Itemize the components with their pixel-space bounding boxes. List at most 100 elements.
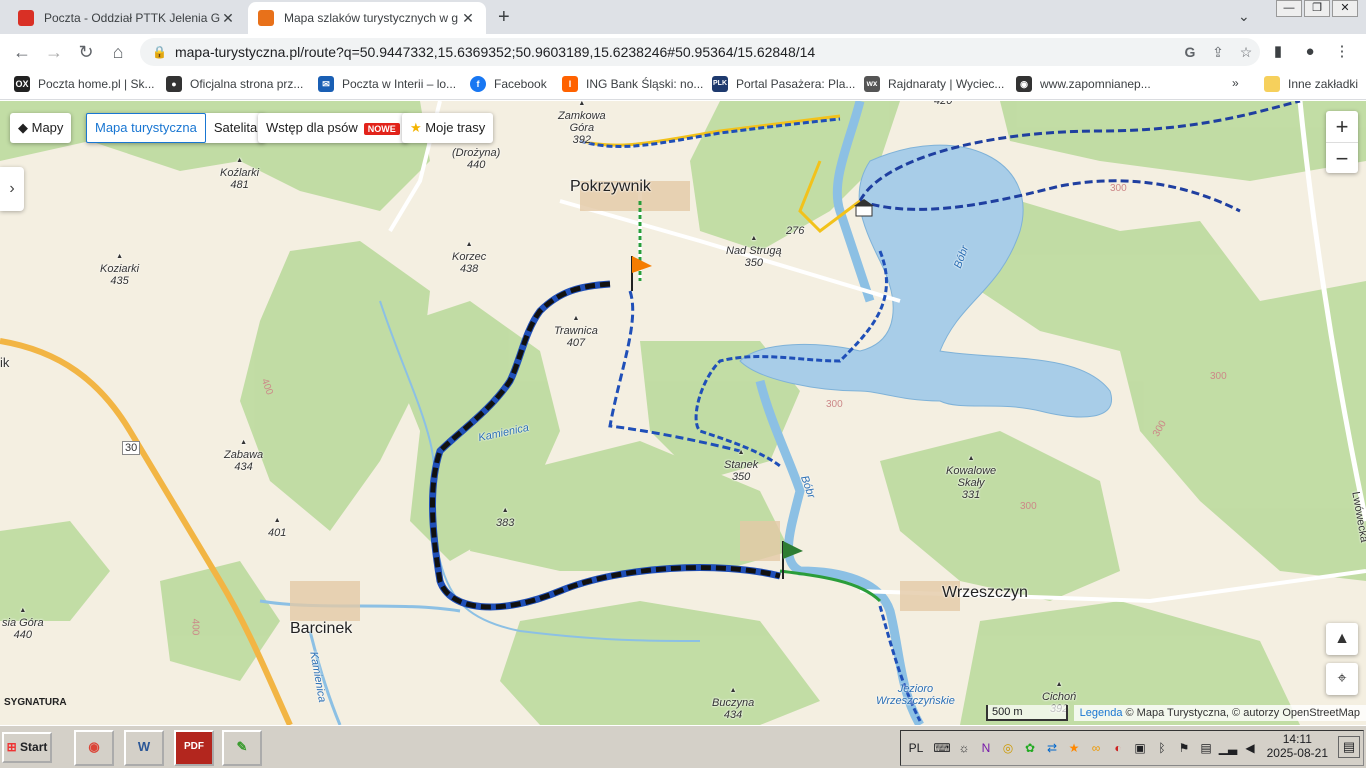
menu-kebab-icon[interactable]: ⋮ bbox=[1326, 40, 1358, 64]
locate-me-icon[interactable]: ⌖ bbox=[1326, 663, 1358, 695]
flag-icon[interactable]: ⚑ bbox=[1173, 741, 1195, 755]
tourist-map-button[interactable]: Mapa turystyczna bbox=[86, 113, 206, 143]
tray-app-icon[interactable]: ▣ bbox=[1129, 741, 1151, 755]
label-koziarki: Koziarki 435 bbox=[100, 251, 139, 287]
start-button[interactable]: ⊞ Start bbox=[2, 732, 52, 763]
sync-icon[interactable]: ⇄ bbox=[1041, 741, 1063, 755]
back-arrow-icon[interactable]: ← bbox=[10, 40, 34, 64]
taskbar: ⊞ Start ◉ W PDF ✎ PL ⌨ ☼ N ◎ ✿ ⇄ ★ ∞ ◐ ▣… bbox=[0, 725, 1366, 768]
speaker-icon[interactable]: ◀ bbox=[1239, 741, 1261, 755]
signal-icon[interactable]: ▁▃ bbox=[1217, 741, 1239, 755]
tray-app-icon[interactable]: ✿ bbox=[1019, 741, 1041, 755]
zoom-out-button[interactable]: − bbox=[1326, 142, 1358, 173]
my-routes-button[interactable]: ★ Moje trasy bbox=[402, 113, 494, 143]
label-jezioro-wrzeszczynskie: Jezioro Wrzeszczyńskie bbox=[876, 683, 955, 707]
label-276: 276 bbox=[786, 225, 805, 237]
road-30-shield: 30 bbox=[122, 441, 141, 455]
tab-title: Poczta - Oddział PTTK Jelenia Gó bbox=[44, 11, 220, 25]
tab-mapa[interactable]: Mapa szlaków turystycznych w g ✕ bbox=[248, 2, 486, 34]
label-trawnica: Trawnica 407 bbox=[554, 313, 598, 349]
tab-poczta[interactable]: Poczta - Oddział PTTK Jelenia Gó ✕ bbox=[8, 2, 246, 34]
clock[interactable]: 14:11 2025-08-21 bbox=[1267, 732, 1328, 760]
bookmark-item[interactable]: PLK Portal Pasażera: Pla... bbox=[712, 76, 855, 92]
notifications-icon[interactable]: ▤ bbox=[1338, 736, 1360, 758]
reload-icon[interactable]: ↻ bbox=[74, 40, 98, 64]
label-sia-gora: sia Góra 440 bbox=[2, 605, 44, 641]
label-nad-struga: Nad Strugą 350 bbox=[726, 233, 782, 269]
bookmark-item[interactable]: wx Rajdnaraty | Wyciec... bbox=[864, 76, 1004, 92]
label-wrzeszczyn: Wrzeszczyn bbox=[942, 584, 1028, 601]
globe-icon: ◉ bbox=[1016, 76, 1032, 92]
satellite-button[interactable]: Satelita bbox=[206, 113, 265, 143]
tray-app-icon[interactable]: ∞ bbox=[1085, 741, 1107, 755]
tab-strip: Poczta - Oddział PTTK Jelenia Gó ✕ Mapa … bbox=[0, 0, 1366, 34]
language-indicator[interactable]: PL bbox=[901, 741, 931, 755]
tray-app-icon[interactable]: ▤ bbox=[1195, 741, 1217, 755]
google-icon[interactable]: G bbox=[1176, 44, 1204, 60]
close-window-button[interactable]: ✕ bbox=[1332, 0, 1358, 17]
taskbar-word-icon[interactable]: W bbox=[124, 730, 164, 766]
close-tab-icon[interactable]: ✕ bbox=[220, 10, 236, 27]
terrain-mountain-icon[interactable]: ▲ bbox=[1326, 623, 1358, 655]
profile-avatar-icon[interactable]: ● bbox=[1294, 40, 1326, 64]
ox-icon: OX bbox=[14, 76, 30, 92]
label-kowalowe-skaly: Kowalowe Skały 331 bbox=[946, 453, 996, 501]
restore-button[interactable]: ❐ bbox=[1304, 0, 1330, 17]
new-tab-button[interactable]: + bbox=[498, 6, 510, 29]
side-panel-icon[interactable]: ▮ bbox=[1262, 40, 1294, 64]
url-text[interactable]: mapa-turystyczna.pl/route?q=50.9447332,1… bbox=[175, 44, 1176, 60]
legend-link[interactable]: Legenda bbox=[1080, 707, 1123, 719]
tab-search-chevron-icon[interactable]: ⌄ bbox=[1238, 8, 1250, 25]
maps-layer-button[interactable]: ◆ Mapy bbox=[10, 113, 72, 143]
bookmark-item[interactable]: ● Oficjalna strona prz... bbox=[166, 76, 303, 92]
tray-app-icon[interactable]: ◐ bbox=[1107, 741, 1129, 755]
label-stanek: Stanek 350 bbox=[724, 447, 758, 483]
onenote-icon[interactable]: N bbox=[975, 741, 997, 755]
tray-app-icon[interactable]: ☼ bbox=[953, 741, 975, 755]
mapa-favicon-icon bbox=[258, 10, 274, 26]
attribution: Legenda © Mapa Turystyczna, © autorzy Op… bbox=[1073, 705, 1366, 721]
label-contour-300d: 300 bbox=[1020, 501, 1037, 512]
minimize-button[interactable]: — bbox=[1276, 0, 1302, 17]
label-buczyna: Buczyna 434 bbox=[712, 685, 754, 721]
sidebar-toggle-chevron-icon[interactable]: › bbox=[0, 167, 24, 211]
globe-icon: ● bbox=[166, 76, 182, 92]
taskbar-chrome-icon[interactable]: ◉ bbox=[74, 730, 114, 766]
label-pokrzywnik: Pokrzywnik bbox=[570, 178, 651, 195]
share-icon[interactable]: ⇪ bbox=[1204, 44, 1232, 61]
home-icon[interactable]: ⌂ bbox=[106, 40, 130, 64]
tray-app-icon[interactable]: ★ bbox=[1063, 741, 1085, 755]
keyboard-icon[interactable]: ⌨ bbox=[931, 741, 953, 755]
address-bar[interactable]: 🔒 mapa-turystyczna.pl/route?q=50.9447332… bbox=[140, 38, 1260, 66]
taskbar-pdf-icon[interactable]: PDF bbox=[174, 730, 214, 766]
tray-app-icon[interactable]: ◎ bbox=[997, 741, 1019, 755]
bookmark-item[interactable]: I ING Bank Śląski: no... bbox=[562, 76, 703, 92]
forward-arrow-icon[interactable]: → bbox=[42, 40, 66, 64]
label-contour-300e: 300 bbox=[1210, 371, 1227, 382]
bookmark-star-icon[interactable]: ☆ bbox=[1232, 44, 1260, 61]
toolbar-right: ▮ ● ⋮ bbox=[1262, 40, 1358, 64]
zoom-in-button[interactable]: + bbox=[1326, 111, 1358, 142]
layers-icon: ◆ bbox=[18, 120, 28, 135]
bluetooth-icon[interactable]: ᛒ bbox=[1151, 741, 1173, 755]
bookmark-item[interactable]: ◉ www.zapomnianep... bbox=[1016, 76, 1151, 92]
other-bookmarks[interactable]: Inne zakładki bbox=[1264, 76, 1358, 92]
close-tab-icon[interactable]: ✕ bbox=[460, 10, 476, 27]
window-controls: — ❐ ✕ bbox=[1274, 0, 1358, 18]
plk-icon: PLK bbox=[712, 76, 728, 92]
zoom-control: + − bbox=[1326, 111, 1358, 173]
bookmark-item[interactable]: OX Poczta home.pl | Sk... bbox=[14, 76, 155, 92]
taskbar-green-app-icon[interactable]: ✎ bbox=[222, 730, 262, 766]
bookmark-item[interactable]: ✉ Poczta w Interii – lo... bbox=[318, 76, 456, 92]
map-type-switch: Mapa turystyczna Satelita bbox=[86, 113, 266, 143]
windows-logo-icon: ⊞ bbox=[6, 740, 17, 754]
label-zamkowa-gora: Zamkowa Góra 392 bbox=[558, 101, 606, 146]
bookmark-item[interactable]: f Facebook bbox=[470, 76, 547, 92]
map-canvas[interactable]: Zamkowa Góra 392 (Drożyna) 440 Pokrzywni… bbox=[0, 101, 1366, 725]
star-icon: ★ bbox=[410, 120, 422, 135]
more-bookmarks-chevron-icon[interactable]: » bbox=[1232, 76, 1239, 90]
label-contour-400b: 400 bbox=[189, 618, 201, 636]
lock-icon[interactable]: 🔒 bbox=[152, 45, 167, 59]
sygnatura-logo: SYGNATURA bbox=[4, 697, 67, 708]
dogs-filter-button[interactable]: Wstęp dla psów NOWE bbox=[258, 113, 408, 143]
